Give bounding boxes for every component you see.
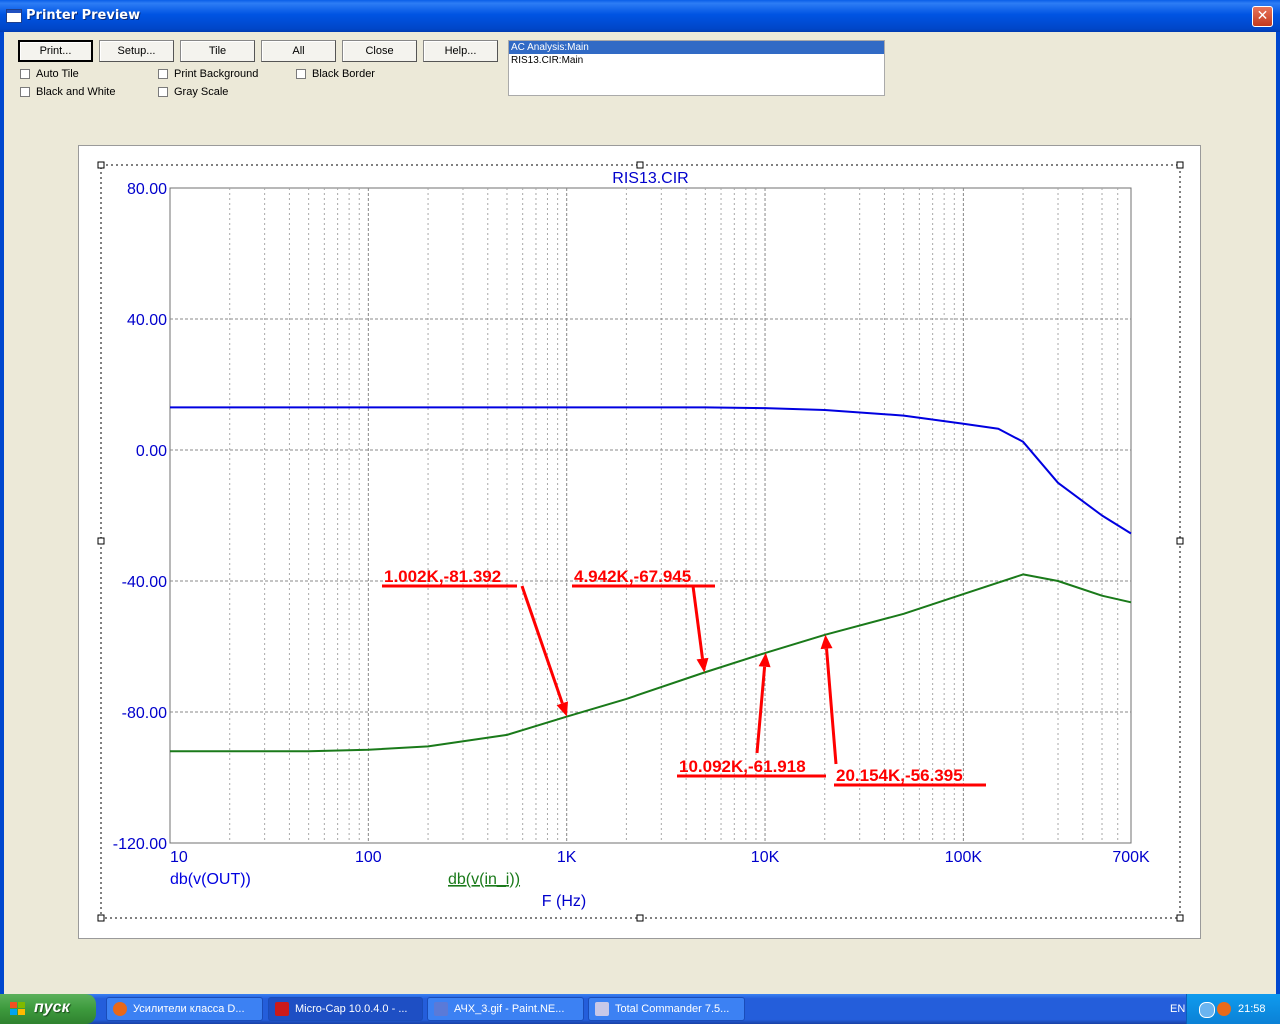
print-background-label: Print Background — [174, 68, 259, 80]
checkbox-box[interactable] — [158, 87, 168, 97]
legend-label-out: db(v(OUT)) — [170, 871, 251, 888]
x-tick-label: 700K — [1112, 849, 1150, 866]
margin-handle[interactable] — [1176, 537, 1184, 545]
system-tray — [1186, 994, 1280, 1024]
all-button[interactable]: All — [261, 40, 336, 62]
x-tick-label: 10 — [170, 849, 188, 866]
taskbar-item-firefox[interactable]: Усилители класса D... — [106, 997, 263, 1021]
close-button[interactable]: Close — [342, 40, 417, 62]
margin-handle[interactable] — [1176, 914, 1184, 922]
help-button[interactable]: Help... — [423, 40, 498, 62]
clock: 21:58 — [1238, 1003, 1266, 1015]
chart-title: RIS13.CIR — [612, 170, 688, 187]
checkbox-box[interactable] — [158, 69, 168, 79]
margin-handle[interactable] — [97, 914, 105, 922]
task-label: АЧХ_3.gif - Paint.NE... — [454, 1003, 565, 1015]
black-and-white-label: Black and White — [36, 86, 116, 98]
plot-area-frame — [169, 187, 1132, 844]
printer-preview-app-icon — [6, 9, 22, 23]
network-icon[interactable] — [1199, 1002, 1215, 1018]
checkbox-box[interactable] — [296, 69, 306, 79]
start-label: пуск — [34, 999, 70, 1016]
x-axis-label: F (Hz) — [542, 893, 586, 910]
window-title-bar[interactable]: Printer Preview ✕ — [0, 0, 1280, 32]
annotation-label: 4.942K,-67.945 — [574, 567, 691, 586]
print-button[interactable]: Print... — [18, 40, 93, 62]
legend-label-in: db(v(in_i)) — [448, 871, 520, 888]
taskbar-item-microcap[interactable]: Micro-Cap 10.0.4.0 - ... — [268, 997, 423, 1021]
auto-tile-label: Auto Tile — [36, 68, 79, 80]
annotation-label: 1.002K,-81.392 — [384, 567, 501, 586]
x-tick-label: 10K — [751, 849, 780, 866]
microcap-icon — [275, 1002, 289, 1016]
y-tick-label: 40.00 — [127, 312, 167, 329]
annotation-label: 20.154K,-56.395 — [836, 766, 963, 785]
black-border-label: Black Border — [312, 68, 375, 80]
analysis-listbox[interactable]: AC Analysis:Main RIS13.CIR:Main — [508, 40, 885, 96]
x-tick-label: 100 — [355, 849, 382, 866]
gray-scale-label: Gray Scale — [174, 86, 229, 98]
taskbar-item-paintnet[interactable]: АЧХ_3.gif - Paint.NE... — [427, 997, 584, 1021]
annotation-label: 10.092K,-61.918 — [679, 757, 806, 776]
y-tick-label: -80.00 — [122, 705, 167, 722]
y-tick-label: 80.00 — [127, 181, 167, 198]
margin-handle[interactable] — [636, 161, 644, 169]
tile-button[interactable]: Tile — [180, 40, 255, 62]
language-indicator[interactable]: EN — [1170, 994, 1185, 1024]
start-button[interactable]: пуск — [0, 994, 96, 1024]
checkbox-box[interactable] — [20, 87, 30, 97]
margin-handle[interactable] — [97, 161, 105, 169]
window-frame-right — [1276, 32, 1280, 994]
totalcmd-icon — [595, 1002, 609, 1016]
taskbar-item-totalcmd[interactable]: Total Commander 7.5... — [588, 997, 745, 1021]
security-icon[interactable] — [1217, 1002, 1231, 1016]
y-tick-label: -120.00 — [113, 836, 167, 853]
margin-handle[interactable] — [97, 537, 105, 545]
margin-handle[interactable] — [1176, 161, 1184, 169]
windows-flag-icon — [10, 1002, 26, 1016]
plot-canvas: RIS13.CIR 80.00 40.00 0.00 -40.00 -80.00 -120.… — [97, 161, 1184, 922]
x-tick-label: 100K — [945, 849, 983, 866]
task-label: Total Commander 7.5... — [615, 1003, 730, 1015]
y-tick-label: 0.00 — [136, 443, 167, 460]
window-frame-left — [0, 32, 4, 994]
x-tick-label: 1K — [557, 849, 577, 866]
print-preview-page: RIS13.CIR 80.00 40.00 0.00 -40.00 -80.00 -120.… — [78, 145, 1201, 939]
setup-button[interactable]: Setup... — [99, 40, 174, 62]
window-close-button[interactable]: ✕ — [1252, 6, 1273, 27]
y-tick-label: -40.00 — [122, 574, 167, 591]
task-label: Усилители класса D... — [133, 1003, 245, 1015]
list-item-ac-analysis[interactable]: AC Analysis:Main — [509, 41, 884, 54]
taskbar: пуск Усилители класса D... Micro-Cap 10.… — [0, 994, 1280, 1024]
paintnet-icon — [434, 1002, 448, 1016]
window-title: Printer Preview — [26, 8, 141, 23]
task-label: Micro-Cap 10.0.4.0 - ... — [295, 1003, 408, 1015]
list-item-ris13[interactable]: RIS13.CIR:Main — [509, 54, 884, 67]
checkbox-box[interactable] — [20, 69, 30, 79]
margin-handle[interactable] — [636, 914, 644, 922]
firefox-icon — [113, 1002, 127, 1016]
